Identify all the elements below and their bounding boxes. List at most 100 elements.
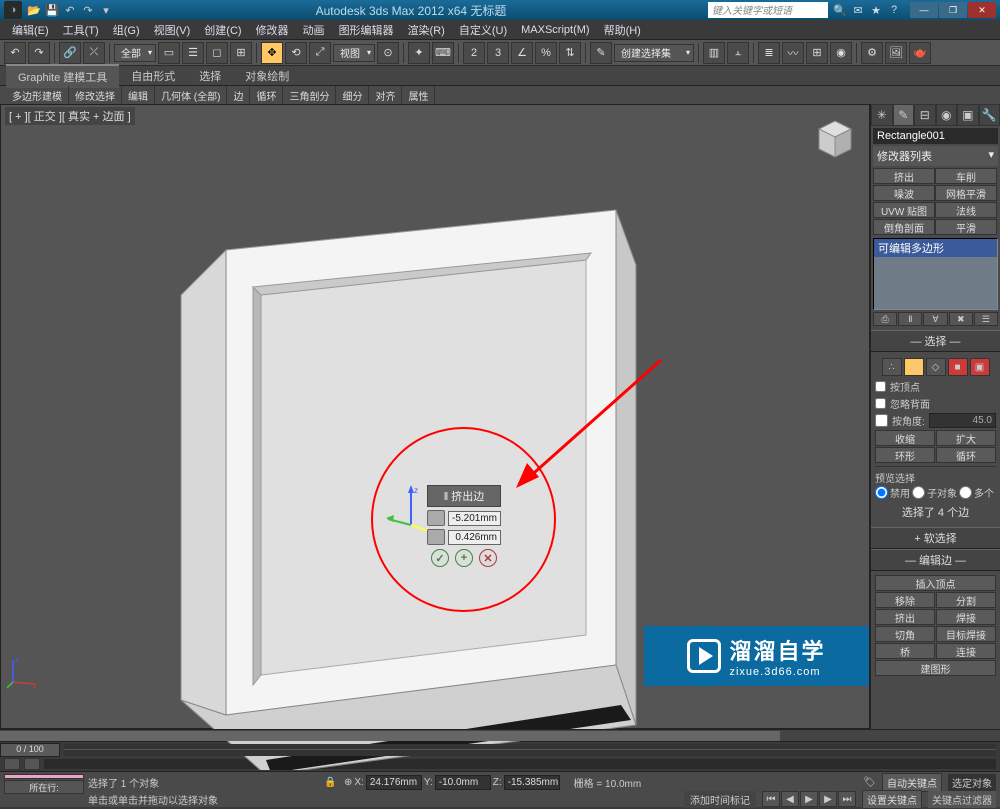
snap-toggle-2d[interactable]: 2: [463, 42, 485, 64]
polygon-level-icon[interactable]: ■: [948, 358, 968, 376]
angle-snap-button[interactable]: ∠: [511, 42, 533, 64]
qat-undo-icon[interactable]: ↶: [62, 2, 78, 18]
play-icon[interactable]: ▶: [800, 791, 818, 807]
ribbon-properties[interactable]: 属性: [402, 86, 435, 105]
material-editor-button[interactable]: ◉: [830, 42, 852, 64]
snap-toggle-3d[interactable]: 3: [487, 42, 509, 64]
ribbon-tab-graphite[interactable]: Graphite 建模工具: [6, 64, 119, 88]
modify-tab-icon[interactable]: ✎: [893, 104, 915, 126]
caddy-cancel-button[interactable]: ✕: [479, 549, 497, 567]
shrink-button[interactable]: 收缩: [875, 430, 935, 446]
ribbon-tri[interactable]: 三角剖分: [283, 86, 336, 105]
current-row-button[interactable]: 所在行:: [4, 780, 84, 794]
rollout-selection-title[interactable]: — 选择 —: [871, 330, 1000, 352]
border-level-icon[interactable]: ◇: [926, 358, 946, 376]
mod-btn-smooth[interactable]: 平滑: [935, 219, 997, 235]
utilities-tab-icon[interactable]: 🔧: [979, 104, 1000, 126]
menu-views[interactable]: 视图(V): [148, 20, 197, 40]
remove-modifier-icon[interactable]: ✖: [949, 312, 973, 326]
viewcube[interactable]: [811, 115, 859, 163]
app-logo[interactable]: ◑: [4, 1, 22, 19]
track-toggle-icon[interactable]: [4, 758, 20, 770]
select-by-name-button[interactable]: ☰: [182, 42, 204, 64]
ribbon-poly-modeling[interactable]: 多边形建模: [6, 86, 69, 105]
ribbon-align[interactable]: 对齐: [369, 86, 402, 105]
ribbon-tab-selection[interactable]: 选择: [187, 65, 233, 87]
menu-customize[interactable]: 自定义(U): [453, 20, 513, 40]
vertex-level-icon[interactable]: ∴: [882, 358, 902, 376]
caddy-apply-button[interactable]: +: [455, 549, 473, 567]
make-unique-icon[interactable]: ∀: [923, 312, 947, 326]
time-slider[interactable]: 0 / 100: [0, 741, 1000, 757]
key-target-dropdown[interactable]: 选定对象: [948, 774, 996, 791]
preview-off-radio[interactable]: [875, 486, 888, 499]
z-coord-input[interactable]: -15.385mm: [504, 775, 560, 790]
timeline-track[interactable]: [64, 744, 996, 756]
menu-help[interactable]: 帮助(H): [598, 20, 647, 40]
split-button[interactable]: 分割: [936, 592, 996, 608]
comm-center-icon[interactable]: ✉: [850, 2, 866, 18]
ribbon-loops[interactable]: 循环: [250, 86, 283, 105]
ignore-backfacing-checkbox[interactable]: [875, 398, 886, 409]
maximize-button[interactable]: ❐: [939, 2, 967, 18]
hierarchy-tab-icon[interactable]: ⊟: [914, 104, 936, 126]
ring-button[interactable]: 环形: [875, 447, 935, 463]
render-button[interactable]: 🫖: [909, 42, 931, 64]
named-selection-sets[interactable]: 创建选择集: [614, 44, 694, 62]
create-shape-button[interactable]: 建图形: [875, 660, 996, 676]
bridge-button[interactable]: 桥: [875, 643, 935, 659]
weld-button[interactable]: 焊接: [936, 609, 996, 625]
ref-coord-system[interactable]: 视图: [333, 44, 375, 62]
menu-animation[interactable]: 动画: [297, 20, 331, 40]
modifier-stack[interactable]: 可编辑多边形: [873, 238, 998, 310]
rollout-soft-sel-title[interactable]: + 软选择: [871, 527, 1000, 549]
x-coord-input[interactable]: 24.176mm: [366, 775, 422, 790]
ribbon-geometry-all[interactable]: 几何体 (全部): [155, 86, 227, 105]
mod-btn-noise[interactable]: 噪波: [873, 185, 935, 201]
menu-edit[interactable]: 编辑(E): [6, 20, 55, 40]
mod-btn-meshsmooth[interactable]: 网格平滑: [935, 185, 997, 201]
spinner-snap-button[interactable]: ⇅: [559, 42, 581, 64]
coord-mode-icon[interactable]: ⊕: [344, 777, 352, 788]
angle-spinner[interactable]: 45.0: [929, 413, 996, 428]
mod-btn-bevel-profile[interactable]: 倒角剖面: [873, 219, 935, 235]
help-search-input[interactable]: 键入关键字或短语: [708, 2, 828, 18]
mod-btn-lathe[interactable]: 车削: [935, 168, 997, 184]
percent-snap-button[interactable]: %: [535, 42, 557, 64]
render-setup-button[interactable]: ⚙: [861, 42, 883, 64]
extrude-width-input[interactable]: 0.426mm: [448, 530, 501, 545]
qat-redo-icon[interactable]: ↷: [80, 2, 96, 18]
selection-filter[interactable]: 全部: [114, 44, 156, 62]
viewport-hscrollbar[interactable]: [0, 729, 1000, 741]
viewport[interactable]: [ + ][ 正交 ][ 真实 + 边面 ] z ‖: [0, 104, 870, 729]
menu-maxscript[interactable]: MAXScript(M): [515, 22, 595, 38]
select-rotate-button[interactable]: ⟲: [285, 42, 307, 64]
remove-button[interactable]: 移除: [875, 592, 935, 608]
edge-level-icon[interactable]: ◁: [904, 358, 924, 376]
lock-selection-icon[interactable]: 🔒: [324, 777, 338, 788]
curve-editor-button[interactable]: 〰: [782, 42, 804, 64]
window-crossing-button[interactable]: ⊞: [230, 42, 252, 64]
loop-button[interactable]: 循环: [936, 447, 996, 463]
select-button[interactable]: ▭: [158, 42, 180, 64]
use-pivot-center-button[interactable]: ⊙: [377, 42, 399, 64]
rollout-edit-edges-title[interactable]: — 编辑边 —: [871, 549, 1000, 571]
mod-btn-uvw[interactable]: UVW 贴图: [873, 202, 935, 218]
create-tab-icon[interactable]: ✳: [871, 104, 893, 126]
by-vertex-checkbox[interactable]: [875, 381, 886, 392]
prev-frame-icon[interactable]: ◀: [781, 791, 799, 807]
manipulate-button[interactable]: ✦: [408, 42, 430, 64]
menu-group[interactable]: 组(G): [107, 20, 146, 40]
time-tag-icon[interactable]: 🏷: [863, 777, 876, 788]
ribbon-tab-object-paint[interactable]: 对象绘制: [233, 65, 301, 87]
close-button[interactable]: ✕: [968, 2, 996, 18]
motion-tab-icon[interactable]: ◉: [936, 104, 958, 126]
schematic-view-button[interactable]: ⊞: [806, 42, 828, 64]
stack-item-editable-poly[interactable]: 可编辑多边形: [874, 239, 997, 257]
ribbon-modify-selection[interactable]: 修改选择: [69, 86, 122, 105]
chamfer-button[interactable]: 切角: [875, 626, 935, 642]
qat-open-icon[interactable]: 📂: [26, 2, 42, 18]
favorites-icon[interactable]: ★: [868, 2, 884, 18]
key-filters-button[interactable]: 关键点过滤器: [928, 791, 996, 808]
help-icon[interactable]: ?: [886, 2, 902, 18]
